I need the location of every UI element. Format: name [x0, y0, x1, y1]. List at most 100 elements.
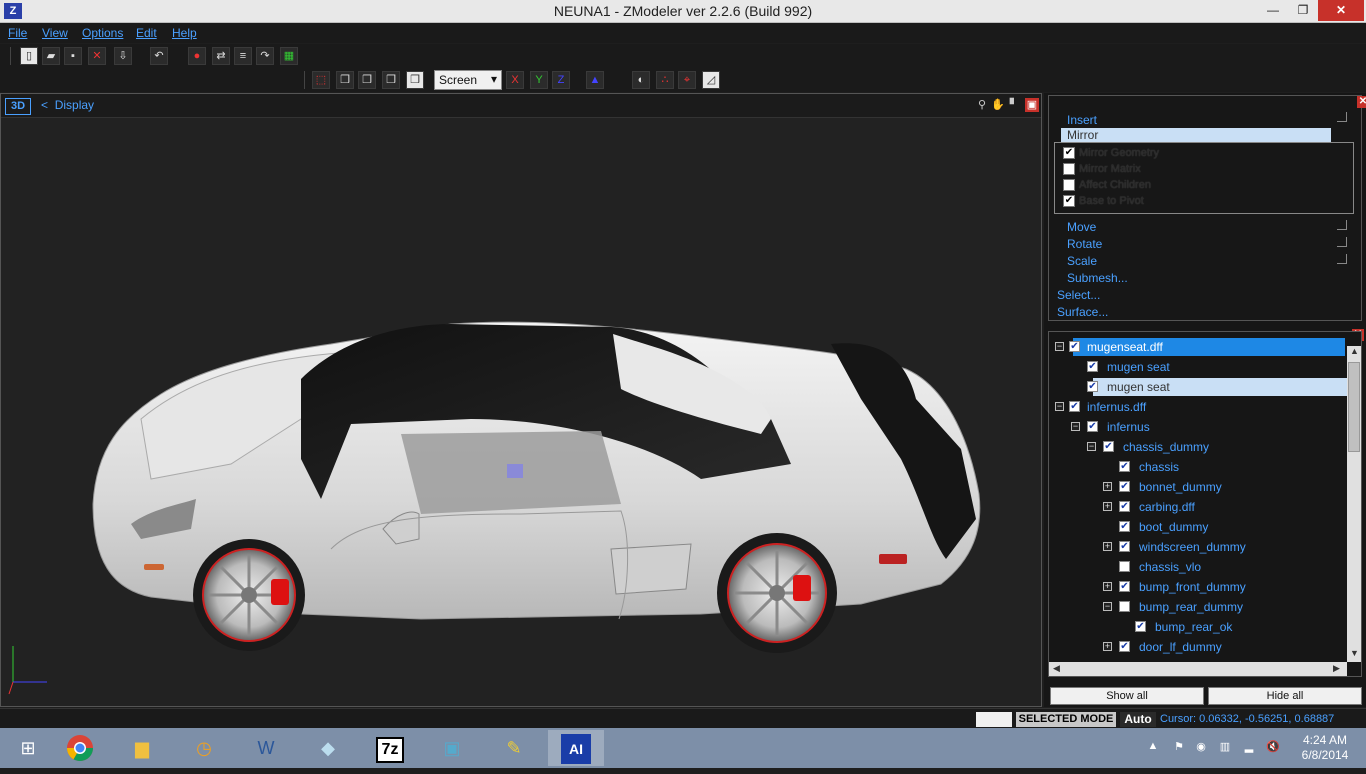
tray-shield-icon[interactable]: ◉	[1194, 740, 1208, 754]
select-region-icon[interactable]: ⬚	[312, 71, 330, 89]
chrome-icon[interactable]	[52, 730, 108, 766]
document-icon[interactable]: ≡	[234, 47, 252, 65]
visibility-unchecked-icon[interactable]	[1119, 561, 1130, 572]
tree-item[interactable]: infernus.dff	[1073, 398, 1345, 416]
visibility-checked-icon[interactable]: ✔	[1069, 341, 1080, 352]
option-base-to-pivot[interactable]: ✔ Base to Pivot	[1063, 195, 1144, 208]
tree-item[interactable]: windscreen_dummy	[1125, 538, 1349, 556]
pan-hand-icon[interactable]: ✋	[991, 98, 1005, 112]
scroll-right-icon[interactable]: ▶	[1333, 663, 1340, 674]
visibility-checked-icon[interactable]: ✔	[1087, 381, 1098, 392]
tray-network-icon[interactable]: ▥	[1218, 740, 1232, 754]
file-explorer-icon[interactable]: ▆	[114, 730, 170, 766]
tree-item[interactable]: mugen seat	[1093, 378, 1349, 396]
checkbox-unchecked-icon[interactable]	[1063, 163, 1075, 176]
menu-file[interactable]: File	[8, 26, 27, 40]
cube-top-icon[interactable]: ❒	[382, 71, 400, 89]
axis-z-toggle[interactable]: Z	[552, 71, 570, 89]
7zip-icon[interactable]: 7z	[362, 730, 418, 766]
camera-icon[interactable]: ⌖	[678, 71, 696, 89]
collapse-icon[interactable]: −	[1071, 422, 1080, 431]
select-tool[interactable]: Select...	[1057, 288, 1100, 302]
delete-icon[interactable]: ✕	[88, 47, 106, 65]
redo-icon[interactable]: ↷	[256, 47, 274, 65]
maximize-viewport-icon[interactable]: ▣	[1025, 98, 1039, 112]
record-icon[interactable]: ●	[188, 47, 206, 65]
collapse-icon[interactable]: −	[1103, 602, 1112, 611]
expand-icon[interactable]: +	[1103, 582, 1112, 591]
show-all-button[interactable]: Show all	[1050, 687, 1204, 705]
open-folder-icon[interactable]: ▰	[42, 47, 60, 65]
checkbox-checked-icon[interactable]: ✔	[1063, 195, 1075, 208]
word-icon[interactable]: W	[238, 730, 294, 766]
light-icon[interactable]: ∴	[656, 71, 674, 89]
coordinate-system-select[interactable]: Screen	[434, 70, 502, 90]
viewport-mode-badge[interactable]: 3D	[5, 98, 31, 115]
mirror-tool[interactable]: Mirror	[1061, 128, 1331, 143]
tree-item[interactable]: carbing.dff	[1125, 498, 1349, 516]
visibility-checked-icon[interactable]: ✔	[1087, 421, 1098, 432]
visibility-checked-icon[interactable]: ✔	[1119, 501, 1130, 512]
tree-item[interactable]: chassis_vlo	[1125, 558, 1349, 576]
auto-indicator[interactable]: Auto	[1120, 712, 1156, 727]
expand-icon[interactable]: +	[1103, 642, 1112, 651]
tree-item[interactable]: mugenseat.dff	[1073, 338, 1345, 356]
import-icon[interactable]: ⇩	[114, 47, 132, 65]
rotate-tool[interactable]: Rotate	[1067, 237, 1102, 251]
option-affect-children[interactable]: Affect Children	[1063, 179, 1151, 192]
tree-item[interactable]: mugen seat	[1093, 358, 1349, 376]
collapse-icon[interactable]: −	[1055, 342, 1064, 351]
checkbox-unchecked-icon[interactable]	[1063, 179, 1075, 192]
insert-tool[interactable]: Insert	[1067, 113, 1097, 127]
tree-horizontal-scrollbar[interactable]: ◀ ▶	[1049, 662, 1347, 676]
app-icon[interactable]: ◆	[300, 730, 356, 766]
tray-volume-muted-icon[interactable]: 🔇	[1266, 740, 1280, 754]
tray-signal-icon[interactable]: ▂	[1242, 740, 1256, 754]
menu-options[interactable]: Options	[82, 26, 123, 40]
expand-icon[interactable]: +	[1103, 502, 1112, 511]
tree-item[interactable]: door_lf_dummy	[1125, 638, 1349, 656]
close-button[interactable]: ✕	[1318, 0, 1364, 21]
tree-item[interactable]: infernus	[1093, 418, 1349, 436]
paint-icon[interactable]: ✎	[486, 730, 542, 766]
visibility-checked-icon[interactable]: ✔	[1119, 521, 1130, 532]
tree-item[interactable]: bonnet_dummy	[1125, 478, 1349, 496]
scroll-thumb[interactable]	[1348, 362, 1360, 452]
scroll-up-icon[interactable]: ▲	[1350, 346, 1359, 356]
cube-front-icon[interactable]: ❒	[336, 71, 354, 89]
grid-icon[interactable]: ▦	[280, 47, 298, 65]
display-menu[interactable]: < Display	[41, 98, 94, 112]
link-icon[interactable]: ⇄	[212, 47, 230, 65]
new-file-icon[interactable]: ▯	[20, 47, 38, 65]
collapse-icon[interactable]: −	[1055, 402, 1064, 411]
axis-x-toggle[interactable]: X	[506, 71, 524, 89]
tree-item[interactable]: bump_rear_dummy	[1125, 598, 1349, 616]
tree-item[interactable]: bump_front_dummy	[1125, 578, 1349, 596]
cube-side-icon[interactable]: ❒	[358, 71, 376, 89]
collapse-icon[interactable]: −	[1087, 442, 1096, 451]
visibility-checked-icon[interactable]: ✔	[1119, 481, 1130, 492]
visibility-unchecked-icon[interactable]	[1119, 601, 1130, 612]
tree-item[interactable]: chassis_dummy	[1109, 438, 1349, 456]
selection-mode-indicator[interactable]: SELECTED MODE	[1016, 712, 1116, 727]
chart-icon[interactable]: ◿	[702, 71, 720, 89]
tree-item[interactable]: bump_rear_ok	[1141, 618, 1349, 636]
system-clock[interactable]: 4:24 AM 6/8/2014	[1290, 733, 1360, 763]
surface-tool[interactable]: Surface...	[1057, 305, 1108, 319]
expand-icon[interactable]: +	[1103, 542, 1112, 551]
visibility-checked-icon[interactable]: ✔	[1135, 621, 1146, 632]
tray-flag-icon[interactable]: ⚑	[1172, 740, 1186, 754]
visibility-checked-icon[interactable]: ✔	[1119, 461, 1130, 472]
scroll-left-icon[interactable]: ◀	[1053, 663, 1060, 674]
render-icon[interactable]: ◐	[632, 71, 650, 89]
submesh-tool[interactable]: Submesh...	[1067, 271, 1128, 285]
visibility-checked-icon[interactable]: ✔	[1087, 361, 1098, 372]
tree-item[interactable]: chassis	[1125, 458, 1349, 476]
expand-icon[interactable]: +	[1103, 482, 1112, 491]
menu-help[interactable]: Help	[172, 26, 197, 40]
windows-start-icon[interactable]: ⊞	[0, 730, 56, 766]
visibility-checked-icon[interactable]: ✔	[1119, 641, 1130, 652]
asus-ai-icon[interactable]: AI	[548, 730, 604, 766]
minimize-button[interactable]: —	[1258, 0, 1288, 21]
checkbox-checked-icon[interactable]: ✔	[1063, 147, 1075, 160]
